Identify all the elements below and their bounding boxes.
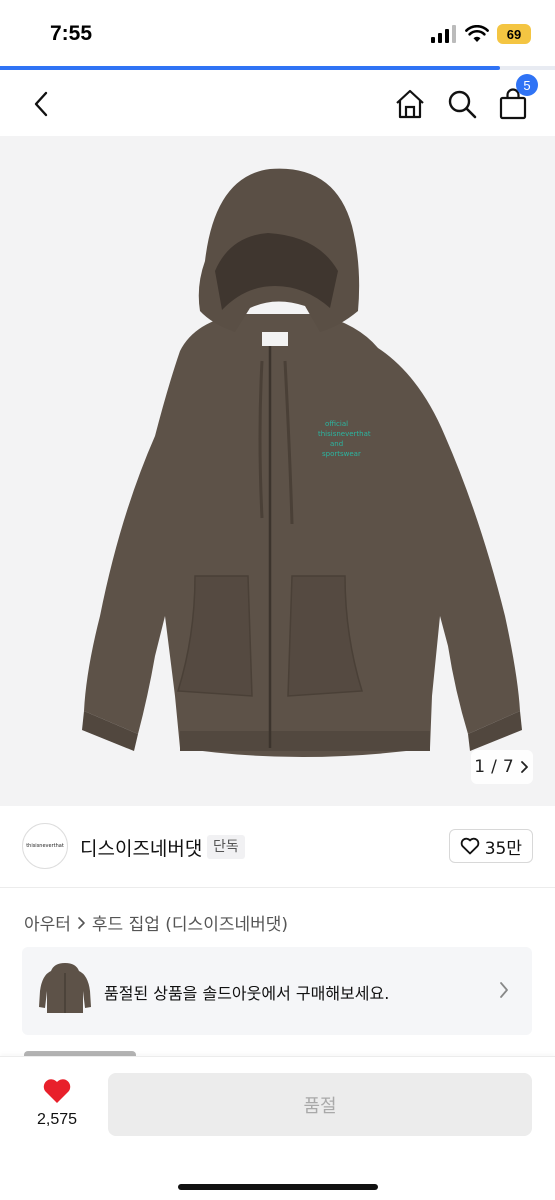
back-button[interactable] bbox=[24, 87, 58, 121]
app-header: 5 bbox=[0, 70, 555, 136]
brand-like-button[interactable]: 35만 bbox=[448, 829, 533, 863]
cart-button[interactable]: 5 bbox=[496, 74, 538, 122]
search-icon bbox=[448, 90, 477, 119]
banner-text: 품절된 상품을 솔드아웃에서 구매해보세요. bbox=[104, 984, 390, 1003]
brand-name[interactable]: 디스이즈네버댓 bbox=[80, 834, 202, 861]
breadcrumb: 아우터 후드 집업 (디스이즈네버댓) bbox=[24, 910, 288, 935]
heart-icon bbox=[43, 1079, 71, 1103]
image-counter-button[interactable]: 1 / 7 bbox=[471, 750, 533, 784]
signal-icon bbox=[431, 25, 456, 43]
soldout-button[interactable]: 품절 bbox=[108, 1073, 532, 1136]
chevron-right-icon bbox=[78, 916, 85, 929]
brand-logo[interactable]: thisisneverthat bbox=[22, 823, 68, 869]
image-counter-separator: / bbox=[491, 757, 497, 777]
chevron-right-icon bbox=[500, 982, 508, 998]
soldout-promo-banner[interactable]: 품절된 상품을 솔드아웃에서 구매해보세요. bbox=[22, 947, 532, 1035]
heart-outline-icon bbox=[460, 837, 479, 855]
breadcrumb-category[interactable]: 아우터 bbox=[24, 910, 71, 935]
wishlist-count: 2,575 bbox=[36, 1111, 78, 1128]
battery-indicator: 69 bbox=[497, 24, 531, 44]
status-icons: 69 bbox=[431, 24, 531, 44]
brand-like-count: 35만 bbox=[484, 838, 522, 859]
svg-text:sportswear: sportswear bbox=[322, 450, 361, 458]
search-button[interactable] bbox=[444, 86, 480, 122]
banner-product-thumbnail bbox=[38, 961, 92, 1021]
svg-text:and: and bbox=[330, 440, 343, 448]
brand-row[interactable]: thisisneverthat 디스이즈네버댓 단독 35만 bbox=[0, 806, 555, 888]
product-image-gallery[interactable]: official thisisneverthat and sportswear … bbox=[0, 136, 555, 806]
breadcrumb-subcategory[interactable]: 후드 집업 (디스이즈네버댓) bbox=[92, 910, 288, 935]
exclusive-badge: 단독 bbox=[207, 835, 245, 859]
chevron-right-icon bbox=[520, 761, 528, 773]
home-icon bbox=[396, 89, 424, 119]
wishlist-button[interactable]: 2,575 bbox=[22, 1075, 92, 1135]
image-counter-current: 1 bbox=[474, 757, 486, 777]
cart-count-badge: 5 bbox=[516, 74, 538, 96]
home-indicator bbox=[178, 1184, 378, 1190]
back-icon bbox=[34, 91, 48, 117]
image-counter-total: 7 bbox=[502, 757, 514, 777]
status-bar: 7:55 69 bbox=[0, 0, 555, 66]
status-time: 7:55 bbox=[50, 22, 93, 45]
product-image: official thisisneverthat and sportswear bbox=[82, 168, 522, 757]
brand-logo-text: thisisneverthat bbox=[26, 843, 64, 849]
bottom-action-bar: 2,575 품절 bbox=[0, 1056, 555, 1200]
svg-text:official: official bbox=[325, 420, 348, 428]
wifi-icon bbox=[465, 25, 489, 42]
svg-text:thisisneverthat: thisisneverthat bbox=[318, 430, 371, 438]
home-button[interactable] bbox=[392, 86, 428, 122]
